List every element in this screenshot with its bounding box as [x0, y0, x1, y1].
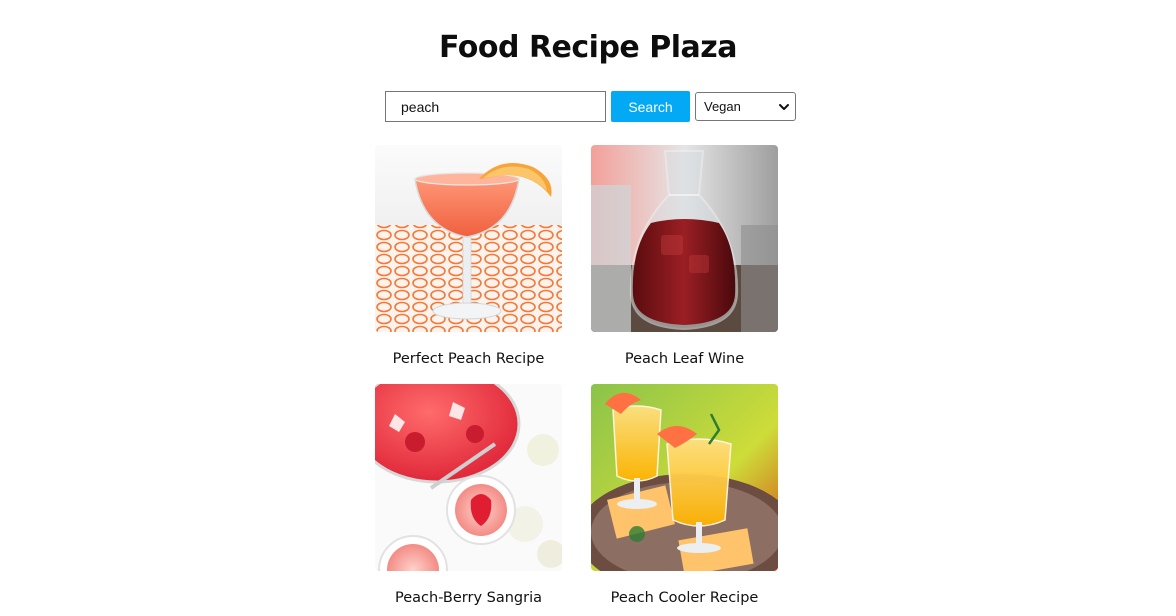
search-bar: Search Vegan — [385, 91, 796, 122]
recipe-image-peach-cooler — [591, 384, 778, 571]
diet-filter-value: Vegan — [704, 99, 741, 114]
recipe-title: Peach-Berry Sangria — [395, 590, 542, 606]
recipe-card[interactable]: Peach Leaf Wine — [591, 145, 778, 367]
search-input[interactable] — [385, 91, 606, 122]
recipe-card[interactable]: Peach Cooler Recipe — [591, 384, 778, 606]
recipe-title: Peach Leaf Wine — [624, 351, 745, 367]
chevron-down-icon — [779, 103, 789, 110]
page-title: Food Recipe Plaza — [439, 30, 737, 65]
recipe-title: Perfect Peach Recipe — [392, 351, 545, 367]
recipe-image-sangria — [375, 384, 562, 571]
recipe-card[interactable]: Peach-Berry Sangria — [375, 384, 562, 606]
search-button[interactable]: Search — [611, 91, 690, 122]
app-root: Food Recipe Plaza Search Vegan — [0, 0, 1176, 616]
recipe-image-leaf-wine — [591, 145, 778, 332]
recipe-image-peach-cocktail — [375, 145, 562, 332]
recipe-title: Peach Cooler Recipe — [610, 590, 759, 606]
diet-filter-select[interactable]: Vegan — [695, 92, 796, 121]
recipe-card[interactable]: Perfect Peach Recipe — [375, 145, 562, 367]
